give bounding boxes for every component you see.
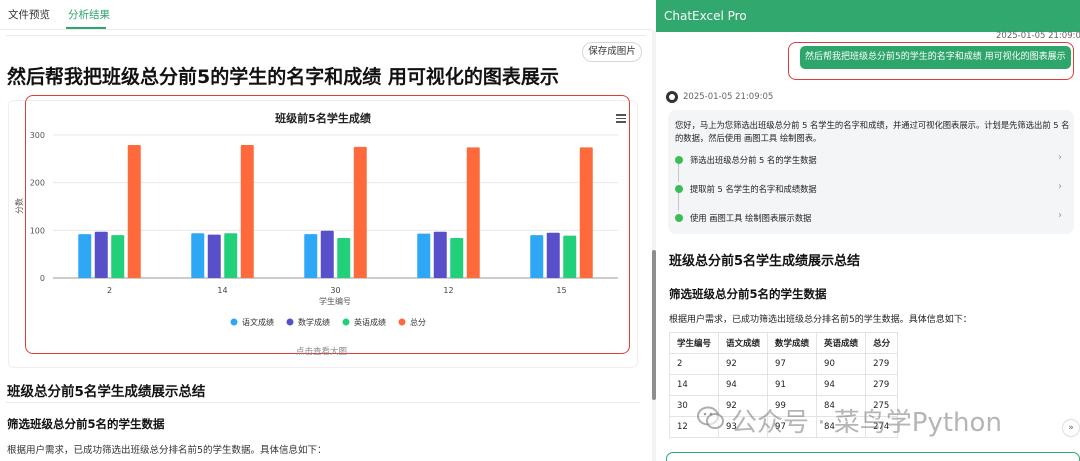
plan-step-label: 提取前 5 名学生的名字和成绩数据 (690, 184, 817, 194)
chat-header: ChatExcel Pro (656, 0, 1080, 32)
save-as-image-button[interactable]: 保存成图片 (582, 42, 642, 62)
column-header: 数学成绩 (767, 332, 818, 354)
plan-step-label: 使用 画图工具 绘制图表展示数据 (690, 213, 812, 223)
summary-title: 班级总分前5名学生成绩展示总结 (7, 384, 206, 400)
table-cell: 279 (865, 374, 899, 396)
click-to-enlarge-hint[interactable]: 点击查看大图 (296, 345, 347, 357)
table-cell: 14 (668, 374, 720, 396)
tab-file-preview[interactable]: 文件预览 (8, 7, 50, 22)
user-message-time: 2025-01-05 21:09:04 (996, 31, 1080, 41)
result-pane: 文件预览 分析结果 保存成图片 然后帮我把班级总分前5的学生的名字和成绩 用可视… (0, 0, 652, 461)
chevron-right-icon: › (1058, 152, 1062, 163)
column-header: 总分 (865, 332, 899, 354)
column-header: 英语成绩 (816, 332, 867, 354)
plan-step[interactable]: 使用 画图工具 绘制图表展示数据 › (656, 210, 1080, 236)
wechat-logo-icon (697, 406, 724, 429)
table-cell: 92 (718, 353, 769, 375)
tab-bar: 文件预览 分析结果 (0, 0, 652, 30)
table-cell: 94 (718, 374, 769, 396)
column-header: 学生编号 (668, 332, 720, 354)
table-cell: 279 (865, 353, 899, 375)
bot-intro-text: 您好，马上为您筛选出班级总分前 5 名学生的名字和成绩，并通过可视化图表展示。计… (675, 120, 1070, 143)
plan-step[interactable]: 提取前 5 名学生的名字和成绩数据 › (656, 181, 1080, 207)
table-cell: 94 (816, 374, 867, 396)
check-circle-icon (675, 156, 683, 164)
active-tab-indicator (66, 27, 106, 29)
app-title: ChatExcel Pro (664, 9, 747, 23)
plan-step[interactable]: 筛选出班级总分前 5 名的学生数据 › (656, 152, 1080, 178)
chevron-right-icon: › (1058, 181, 1062, 192)
check-circle-icon (675, 185, 683, 193)
table-row: 14 94 91 94 279 (668, 374, 899, 396)
highlight-annotation (25, 95, 630, 354)
table-header-row: 学生编号 语文成绩 数学成绩 英语成绩 总分 (668, 332, 899, 354)
chat-filter-title: 筛选班级总分前5名的学生数据 (669, 287, 827, 301)
table-cell: 2 (668, 353, 720, 375)
column-header: 语文成绩 (718, 332, 769, 354)
divider (6, 402, 640, 403)
user-message: 然后帮我把班级总分前5的学生的名字和成绩 用可视化的图表展示 (800, 46, 1071, 69)
page-title: 然后帮我把班级总分前5的学生的名字和成绩 用可视化的图表展示 (7, 66, 559, 88)
plan-step-label: 筛选出班级总分前 5 名的学生数据 (690, 155, 817, 165)
summary-subtitle: 筛选班级总分前5名的学生数据 (7, 417, 165, 431)
table-cell: 97 (767, 353, 818, 375)
summary-paragraph: 根据用户需求，已成功筛选出班级总分排名前5的学生数据。具体信息如下： (7, 445, 327, 456)
double-chevron-down-icon[interactable]: » (1062, 419, 1080, 437)
chat-summary-title: 班级总分前5名学生成绩展示总结 (669, 254, 861, 269)
y-axis-label: 分数 (14, 198, 24, 214)
watermark-text: 公众号 · 菜鸟学Python (731, 408, 1002, 438)
chat-filter-paragraph: 根据用户需求，已成功筛选出班级总分排名前5的学生数据。具体信息如下： (669, 315, 972, 325)
chat-input[interactable] (666, 452, 1080, 461)
bot-avatar-icon (666, 91, 678, 103)
chat-pane: ChatExcel Pro 2025-01-05 21:09:04 然后帮我把班… (656, 0, 1080, 461)
bot-message-time: 2025-01-05 21:09:05 (683, 92, 774, 102)
table-cell: 90 (816, 353, 867, 375)
app-root: 文件预览 分析结果 保存成图片 然后帮我把班级总分前5的学生的名字和成绩 用可视… (0, 0, 1080, 461)
table-cell: 91 (767, 374, 818, 396)
chevron-right-icon: › (1058, 210, 1062, 221)
table-row: 2 92 97 90 279 (668, 353, 899, 375)
divider (6, 35, 646, 36)
check-circle-icon (675, 214, 683, 222)
tab-analysis-result[interactable]: 分析结果 (68, 7, 110, 22)
